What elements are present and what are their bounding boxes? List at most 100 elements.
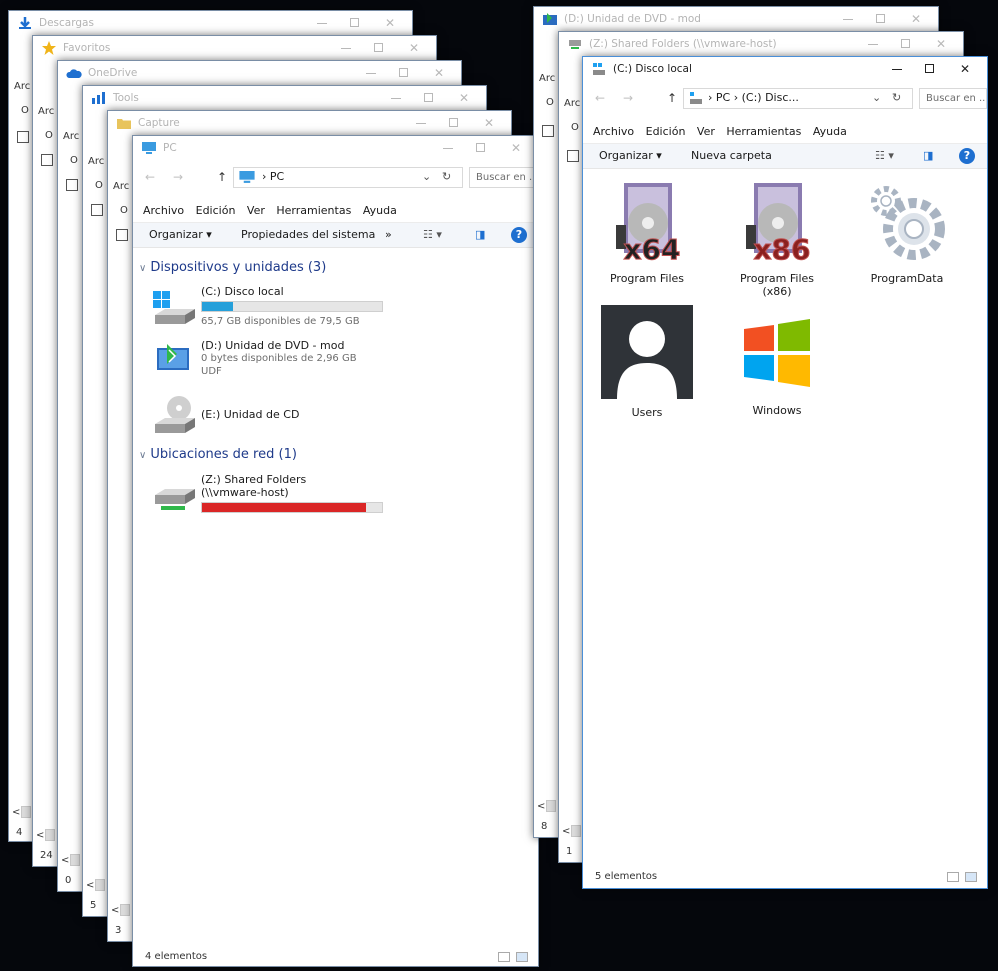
folder-program-files-x86[interactable]: x86 Program Files (x86) [717, 179, 837, 298]
select-checkbox[interactable] [66, 179, 78, 191]
folder-programdata[interactable]: ProgramData [847, 179, 967, 285]
menu-edicion[interactable]: Edición [642, 122, 690, 141]
maximize-button[interactable] [915, 59, 943, 79]
organize-button[interactable]: Organizar ▾ [599, 149, 662, 162]
minimize-button[interactable] [834, 9, 862, 29]
folder-users[interactable]: Users [587, 305, 707, 419]
help-icon[interactable]: ? [959, 148, 975, 164]
titlebar[interactable]: (D:) Unidad de DVD - mod ✕ [534, 7, 938, 33]
select-checkbox[interactable] [116, 229, 128, 241]
menu-peek[interactable]: Arc [63, 131, 79, 142]
menu-herramientas[interactable]: Herramientas [272, 201, 355, 220]
up-button[interactable]: ↑ [667, 91, 677, 105]
back-button[interactable]: ← [145, 170, 155, 184]
toolbar-peek[interactable]: O [45, 130, 53, 141]
chevron-down-icon[interactable]: ⌄ [872, 91, 881, 104]
minimize-button[interactable] [308, 13, 336, 33]
maximize-button[interactable] [439, 113, 467, 133]
select-checkbox[interactable] [41, 154, 53, 166]
menu-ayuda[interactable]: Ayuda [809, 122, 851, 141]
close-button[interactable]: ✕ [951, 59, 979, 79]
minimize-button[interactable] [859, 34, 887, 54]
menu-peek[interactable]: Arc [539, 73, 555, 84]
chevron-down-icon[interactable]: ⌄ [422, 170, 431, 183]
titlebar[interactable]: Capture ✕ [108, 111, 511, 137]
titlebar[interactable]: PC ✕ [133, 136, 538, 162]
search-input[interactable]: Buscar en ... [469, 167, 537, 188]
select-checkbox[interactable] [17, 131, 29, 143]
close-button[interactable]: ✕ [376, 13, 404, 33]
drive-d[interactable]: (D:) Unidad de DVD - mod 0 bytes disponi… [151, 339, 391, 385]
devices-group-header[interactable]: ∨ Dispositivos y unidades (3) [139, 260, 326, 275]
menu-peek[interactable]: Arc [38, 106, 54, 117]
tiles-view-icon[interactable] [516, 952, 528, 962]
select-checkbox[interactable] [542, 125, 554, 137]
close-button[interactable]: ✕ [902, 9, 930, 29]
breadcrumb[interactable]: › PC [262, 170, 284, 183]
close-button[interactable]: ✕ [450, 88, 478, 108]
maximize-button[interactable] [466, 138, 494, 158]
scroll-left-arrow[interactable]: < [537, 801, 545, 812]
minimize-button[interactable] [357, 63, 385, 83]
select-checkbox[interactable] [567, 150, 579, 162]
drive-c[interactable]: (C:) Disco local 65,7 GB disponibles de … [151, 285, 391, 335]
minimize-button[interactable] [883, 59, 911, 79]
maximize-button[interactable] [866, 9, 894, 29]
minimize-button[interactable] [382, 88, 410, 108]
folder-program-files[interactable]: x64 Program Files [587, 179, 707, 285]
menu-edicion[interactable]: Edición [192, 201, 240, 220]
scroll-left-arrow[interactable]: < [61, 855, 69, 866]
more-commands-button[interactable]: » [385, 228, 392, 241]
view-options-icon[interactable]: ☷ ▾ [423, 228, 442, 241]
close-button[interactable]: ✕ [502, 138, 530, 158]
menu-ver[interactable]: Ver [243, 201, 269, 220]
scrollbar-thumb[interactable] [95, 879, 105, 891]
maximize-button[interactable] [389, 63, 417, 83]
new-folder-button[interactable]: Nueva carpeta [691, 149, 772, 162]
system-properties-button[interactable]: Propiedades del sistema [241, 228, 375, 241]
menu-archivo[interactable]: Archivo [589, 122, 638, 141]
toolbar-peek[interactable]: O [546, 97, 554, 108]
maximize-button[interactable] [891, 34, 919, 54]
scroll-left-arrow[interactable]: < [86, 880, 94, 891]
drive-e[interactable]: (E:) Unidad de CD [151, 394, 391, 436]
help-icon[interactable]: ? [511, 227, 527, 243]
scrollbar-thumb[interactable] [45, 829, 55, 841]
details-view-icon[interactable] [947, 872, 959, 882]
titlebar[interactable]: Tools ✕ [83, 86, 486, 112]
menu-peek[interactable]: Arc [113, 181, 129, 192]
titlebar[interactable]: Descargas ✕ [9, 11, 412, 37]
menu-peek[interactable]: Arc [14, 81, 30, 92]
menu-peek[interactable]: Arc [88, 156, 104, 167]
toolbar-peek[interactable]: O [70, 155, 78, 166]
preview-pane-icon[interactable]: ◨ [475, 228, 485, 241]
scroll-left-arrow[interactable]: < [562, 826, 570, 837]
organize-button[interactable]: Organizar ▾ [149, 228, 212, 241]
scroll-left-arrow[interactable]: < [111, 905, 119, 916]
menu-archivo[interactable]: Archivo [139, 201, 188, 220]
window-pc[interactable]: PC ✕ ← → ↑ › PC ⌄ ↻ Buscar en ... Archiv… [132, 135, 539, 967]
tiles-view-icon[interactable] [965, 872, 977, 882]
minimize-button[interactable] [332, 38, 360, 58]
menu-ayuda[interactable]: Ayuda [359, 201, 401, 220]
minimize-button[interactable] [434, 138, 462, 158]
scrollbar-thumb[interactable] [21, 806, 31, 818]
drive-z[interactable]: (Z:) Shared Folders (\\vmware-host) [151, 473, 391, 521]
toolbar-peek[interactable]: O [95, 180, 103, 191]
titlebar[interactable]: (Z:) Shared Folders (\\vmware-host) ✕ [559, 32, 963, 58]
close-button[interactable]: ✕ [400, 38, 428, 58]
maximize-button[interactable] [414, 88, 442, 108]
menu-ver[interactable]: Ver [693, 122, 719, 141]
menu-peek[interactable]: Arc [564, 98, 580, 109]
close-button[interactable]: ✕ [475, 113, 503, 133]
scrollbar-thumb[interactable] [120, 904, 130, 916]
titlebar[interactable]: OneDrive ✕ [58, 61, 461, 87]
scrollbar-thumb[interactable] [571, 825, 581, 837]
folder-windows[interactable]: Windows [717, 315, 837, 417]
window-disco-local[interactable]: (C:) Disco local ✕ ← → ↑ › PC › (C:) Dis… [582, 56, 988, 889]
scrollbar-thumb[interactable] [546, 800, 556, 812]
scrollbar-thumb[interactable] [70, 854, 80, 866]
scroll-left-arrow[interactable]: < [36, 830, 44, 841]
titlebar[interactable]: Favoritos ✕ [33, 36, 436, 62]
details-view-icon[interactable] [498, 952, 510, 962]
